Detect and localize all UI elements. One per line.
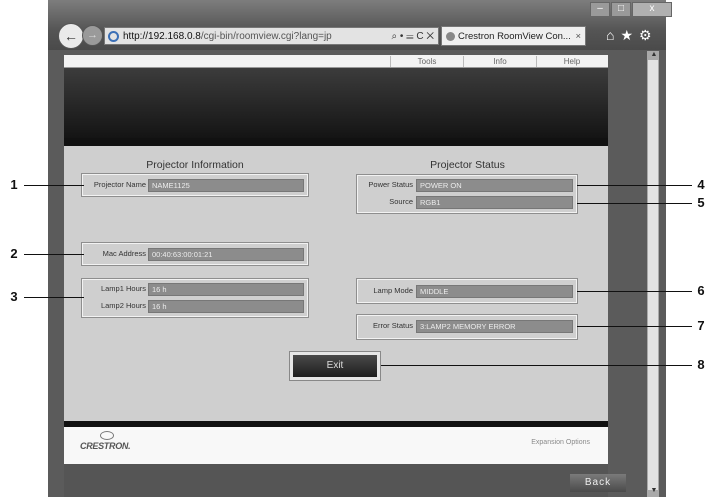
projector-name-value: NAME1125 bbox=[148, 179, 304, 192]
address-bar[interactable]: http://192.168.0.8/cgi-bin/roomview.cgi?… bbox=[104, 27, 439, 45]
scroll-down-icon[interactable]: ▼ bbox=[649, 487, 659, 494]
crestron-logo-icon bbox=[100, 431, 114, 440]
error-status-label: Error Status bbox=[372, 321, 413, 330]
toolbar-icons[interactable]: ⌂★⚙ bbox=[606, 27, 658, 44]
callout-7: 7 bbox=[697, 318, 705, 333]
callout-1-line bbox=[24, 185, 84, 186]
menu-help[interactable]: Help bbox=[537, 56, 607, 67]
menu-info[interactable]: Info bbox=[464, 56, 536, 67]
source-value: RGB1 bbox=[416, 196, 573, 209]
back-arrow-icon[interactable]: ← bbox=[58, 23, 84, 49]
ie-logo-icon bbox=[108, 31, 119, 42]
url-host: http://192.168.0.8 bbox=[123, 31, 201, 42]
bottom-bar bbox=[64, 464, 608, 497]
url-path: /cgi-bin/roomview.cgi?lang=jp bbox=[200, 31, 332, 42]
projector-name-label: Projector Name bbox=[93, 180, 146, 189]
minimize-button[interactable]: – bbox=[590, 2, 610, 17]
menu-tools[interactable]: Tools bbox=[391, 56, 463, 67]
lamp2-hours-label: Lamp2 Hours bbox=[100, 301, 146, 310]
callout-1: 1 bbox=[10, 177, 18, 192]
crestron-logo-text: CRESTRON. bbox=[80, 441, 131, 451]
scroll-up-icon[interactable]: ▲ bbox=[649, 51, 659, 58]
header-banner bbox=[64, 68, 608, 138]
tab-close-icon[interactable]: × bbox=[575, 27, 581, 45]
callout-4: 4 bbox=[697, 177, 705, 192]
lamp1-hours-label: Lamp1 Hours bbox=[100, 284, 146, 293]
lamp1-hours-value: 16 h bbox=[148, 283, 304, 296]
lamp-mode-label: Lamp Mode bbox=[373, 286, 413, 295]
callout-6: 6 bbox=[697, 283, 705, 298]
callout-4-line bbox=[577, 185, 692, 186]
scrollbar-thumb[interactable] bbox=[648, 60, 658, 490]
header-divider bbox=[64, 138, 608, 146]
exit-button[interactable]: Exit bbox=[293, 355, 377, 377]
expansion-options-link[interactable]: Expansion Options bbox=[470, 439, 590, 446]
power-status-label: Power Status bbox=[368, 180, 413, 189]
mac-address-label: Mac Address bbox=[102, 249, 146, 258]
callout-2: 2 bbox=[10, 246, 18, 261]
mac-address-value: 00:40:63:00:01:21 bbox=[148, 248, 304, 261]
callout-5: 5 bbox=[697, 195, 705, 210]
tab-favicon-icon bbox=[446, 32, 455, 41]
callout-5-line bbox=[577, 203, 692, 204]
window-controls: – □ x bbox=[590, 2, 672, 17]
maximize-button[interactable]: □ bbox=[611, 2, 631, 17]
projector-information-heading: Projector Information bbox=[146, 159, 244, 171]
crestron-logo: CRESTRON. bbox=[80, 431, 150, 459]
forward-arrow-icon[interactable]: → bbox=[82, 25, 103, 46]
callout-3: 3 bbox=[10, 289, 18, 304]
address-controls[interactable]: ⌕ • ☰ C ✕ bbox=[391, 28, 434, 46]
tab-title: Crestron RoomView Con... bbox=[458, 31, 571, 42]
lamp-mode-value: MIDDLE bbox=[416, 285, 573, 298]
callout-3-line bbox=[24, 297, 84, 298]
callout-2-line bbox=[24, 254, 84, 255]
callout-8: 8 bbox=[697, 357, 705, 372]
lamp2-hours-value: 16 h bbox=[148, 300, 304, 313]
power-status-value: POWER ON bbox=[416, 179, 573, 192]
browser-tab[interactable]: Crestron RoomView Con... × bbox=[441, 26, 586, 46]
projector-status-heading: Projector Status bbox=[430, 159, 505, 171]
callout-6-line bbox=[577, 291, 692, 292]
error-status-value: 3:LAMP2 MEMORY ERROR bbox=[416, 320, 573, 333]
callout-7-line bbox=[577, 326, 692, 327]
back-button[interactable]: Back bbox=[570, 474, 626, 492]
source-label: Source bbox=[389, 197, 413, 206]
callout-8-line bbox=[381, 365, 692, 366]
close-window-button[interactable]: x bbox=[632, 2, 672, 17]
